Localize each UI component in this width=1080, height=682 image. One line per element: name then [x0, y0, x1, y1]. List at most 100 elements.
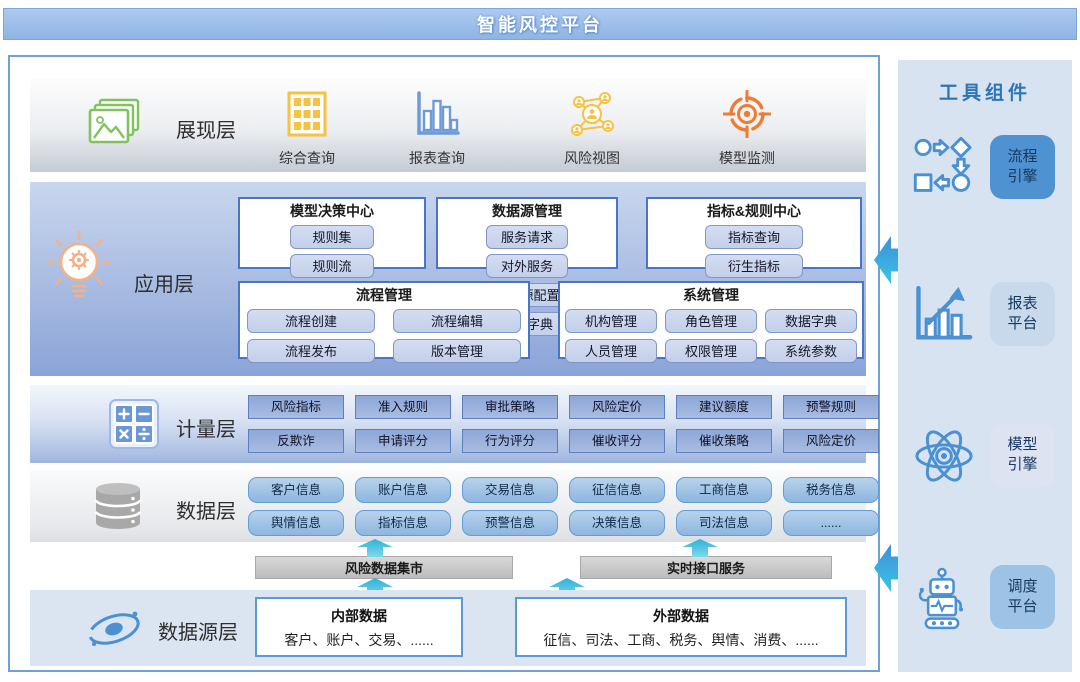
grid-icon — [286, 90, 328, 138]
app-module: 机构管理 — [565, 309, 657, 333]
flowchart-icon — [912, 137, 976, 197]
tool-item: 报表平台 — [898, 282, 1072, 352]
presentation-item-label: 综合查询 — [255, 148, 359, 168]
presentation-item: 报表查询 — [385, 90, 489, 168]
tools-sidebar: 工具组件 流程引擎 — [898, 60, 1072, 672]
datasource-layer-row: 数据源层 内部数据 客户、账户、交易、...... 外部数据 征信、司法、工商、… — [30, 590, 866, 666]
data-layer-label: 数据层 — [176, 495, 236, 524]
tool-report-platform: 报表平台 — [990, 282, 1055, 346]
tool-item: 模型引擎 — [898, 423, 1072, 493]
bulb-gear-icon — [46, 230, 112, 308]
app-module: 权限管理 — [665, 339, 757, 363]
tool-item: 调度平台 — [898, 565, 1072, 635]
app-module: 流程发布 — [247, 339, 375, 363]
atom-icon — [912, 425, 976, 487]
measure-item: 申请评分 — [355, 429, 451, 453]
presentation-item-label: 风险视图 — [540, 148, 644, 168]
risk-data-mart-bar: 风险数据集市 — [255, 556, 513, 579]
app-module: 流程创建 — [247, 309, 375, 333]
tool-model-engine: 模型引擎 — [990, 423, 1055, 487]
data-item: 征信信息 — [569, 477, 665, 503]
app-module: 对外服务 — [486, 254, 568, 278]
group-title: 模型决策中心 — [240, 199, 424, 221]
datasource-layer-label: 数据源层 — [158, 616, 238, 645]
tool-flow-engine: 流程引擎 — [990, 135, 1055, 199]
measure-item: 预警规则 — [783, 395, 879, 419]
application-layer-row: 应用层 模型决策中心 规则集 规则流 决策树 评分卡 数据源管理 服务请求 对外… — [30, 182, 866, 376]
group-indicator-rule-center: 指标&规则中心 指标查询 衍生指标 规则查询 规则发布 — [646, 197, 862, 269]
data-item: 舆情信息 — [248, 510, 344, 536]
data-item: 客户信息 — [248, 477, 344, 503]
main-panel: 展现层 综合查询 — [8, 55, 880, 672]
app-module: 流程编辑 — [393, 309, 521, 333]
risk-platform-diagram: 智能风控平台 展现层 — [0, 0, 1080, 682]
presentation-layer-label: 展现层 — [176, 114, 236, 143]
data-item: 交易信息 — [462, 477, 558, 503]
data-item: ...... — [783, 510, 879, 536]
measure-item: 准入规则 — [355, 395, 451, 419]
data-item: 决策信息 — [569, 510, 665, 536]
tool-label: 模型引擎 — [1006, 435, 1040, 476]
app-module: 系统参数 — [765, 339, 857, 363]
internal-data-title: 内部数据 — [257, 606, 461, 626]
bar-chart-icon — [414, 90, 460, 138]
database-icon — [92, 482, 144, 530]
external-data-box: 外部数据 征信、司法、工商、税务、舆情、消费、...... — [515, 597, 847, 657]
app-module: 人员管理 — [565, 339, 657, 363]
data-layer-row: 数据层 客户信息 账户信息 交易信息 征信信息 工商信息 税务信息 舆情信息 指… — [30, 470, 866, 542]
tool-label: 报表平台 — [1006, 294, 1040, 335]
measurement-layer-row: 计量层 风险指标 准入规则 审批策略 风险定价 建议额度 预警规则 反欺诈 申请… — [30, 385, 866, 463]
up-arrow — [357, 539, 393, 557]
data-item: 预警信息 — [462, 510, 558, 536]
group-model-decision-center: 模型决策中心 规则集 规则流 决策树 评分卡 — [238, 197, 426, 269]
realtime-api-bar: 实时接口服务 — [580, 556, 832, 579]
measurement-layer-label: 计量层 — [176, 413, 236, 442]
app-module: 衍生指标 — [705, 254, 803, 278]
group-title: 指标&规则中心 — [648, 199, 860, 221]
group-process-management: 流程管理 流程创建 流程编辑 流程发布 版本管理 — [238, 281, 530, 359]
group-system-management: 系统管理 机构管理 角色管理 数据字典 人员管理 权限管理 系统参数 — [558, 281, 864, 359]
measure-item: 风险定价 — [783, 429, 879, 453]
app-module: 规则流 — [290, 254, 374, 278]
measure-item: 催收策略 — [676, 429, 772, 453]
network-icon — [567, 90, 617, 138]
measure-item: 风险指标 — [248, 395, 344, 419]
measure-item: 风险定价 — [569, 395, 665, 419]
app-module: 版本管理 — [393, 339, 521, 363]
report-chart-icon — [912, 284, 974, 344]
images-icon — [88, 98, 142, 148]
external-data-desc: 征信、司法、工商、税务、舆情、消费、...... — [517, 630, 845, 650]
data-item: 工商信息 — [676, 477, 772, 503]
app-module: 角色管理 — [665, 309, 757, 333]
app-module: 规则集 — [290, 225, 374, 249]
tool-label: 流程引擎 — [1006, 147, 1040, 188]
galaxy-icon — [85, 606, 143, 652]
tool-item: 流程引擎 — [898, 135, 1072, 205]
data-item: 司法信息 — [676, 510, 772, 536]
presentation-item: 风险视图 — [540, 90, 644, 168]
application-layer-label: 应用层 — [134, 268, 194, 297]
group-datasource-management: 数据源管理 服务请求 对外服务 数据源配置 数据字典 — [436, 197, 618, 269]
measure-item: 行为评分 — [462, 429, 558, 453]
internal-data-desc: 客户、账户、交易、...... — [257, 630, 461, 650]
up-arrow — [682, 539, 718, 557]
presentation-item-label: 报表查询 — [385, 148, 489, 168]
tool-label: 调度平台 — [1006, 577, 1040, 618]
calculator-icon — [108, 398, 160, 450]
presentation-layer-row: 展现层 综合查询 — [30, 78, 866, 172]
external-data-title: 外部数据 — [517, 606, 845, 626]
measure-item: 催收评分 — [569, 429, 665, 453]
robot-icon — [912, 567, 972, 631]
group-title: 数据源管理 — [438, 199, 616, 221]
data-item: 账户信息 — [355, 477, 451, 503]
presentation-item: 模型监测 — [695, 90, 799, 168]
data-item: 指标信息 — [355, 510, 451, 536]
app-module: 数据字典 — [765, 309, 857, 333]
presentation-item: 综合查询 — [255, 90, 359, 168]
group-title: 流程管理 — [240, 283, 528, 305]
banner-title: 智能风控平台 — [3, 8, 1077, 40]
presentation-item-label: 模型监测 — [695, 148, 799, 168]
measure-item: 审批策略 — [462, 395, 558, 419]
tool-schedule-platform: 调度平台 — [990, 565, 1055, 629]
internal-data-box: 内部数据 客户、账户、交易、...... — [255, 597, 463, 657]
